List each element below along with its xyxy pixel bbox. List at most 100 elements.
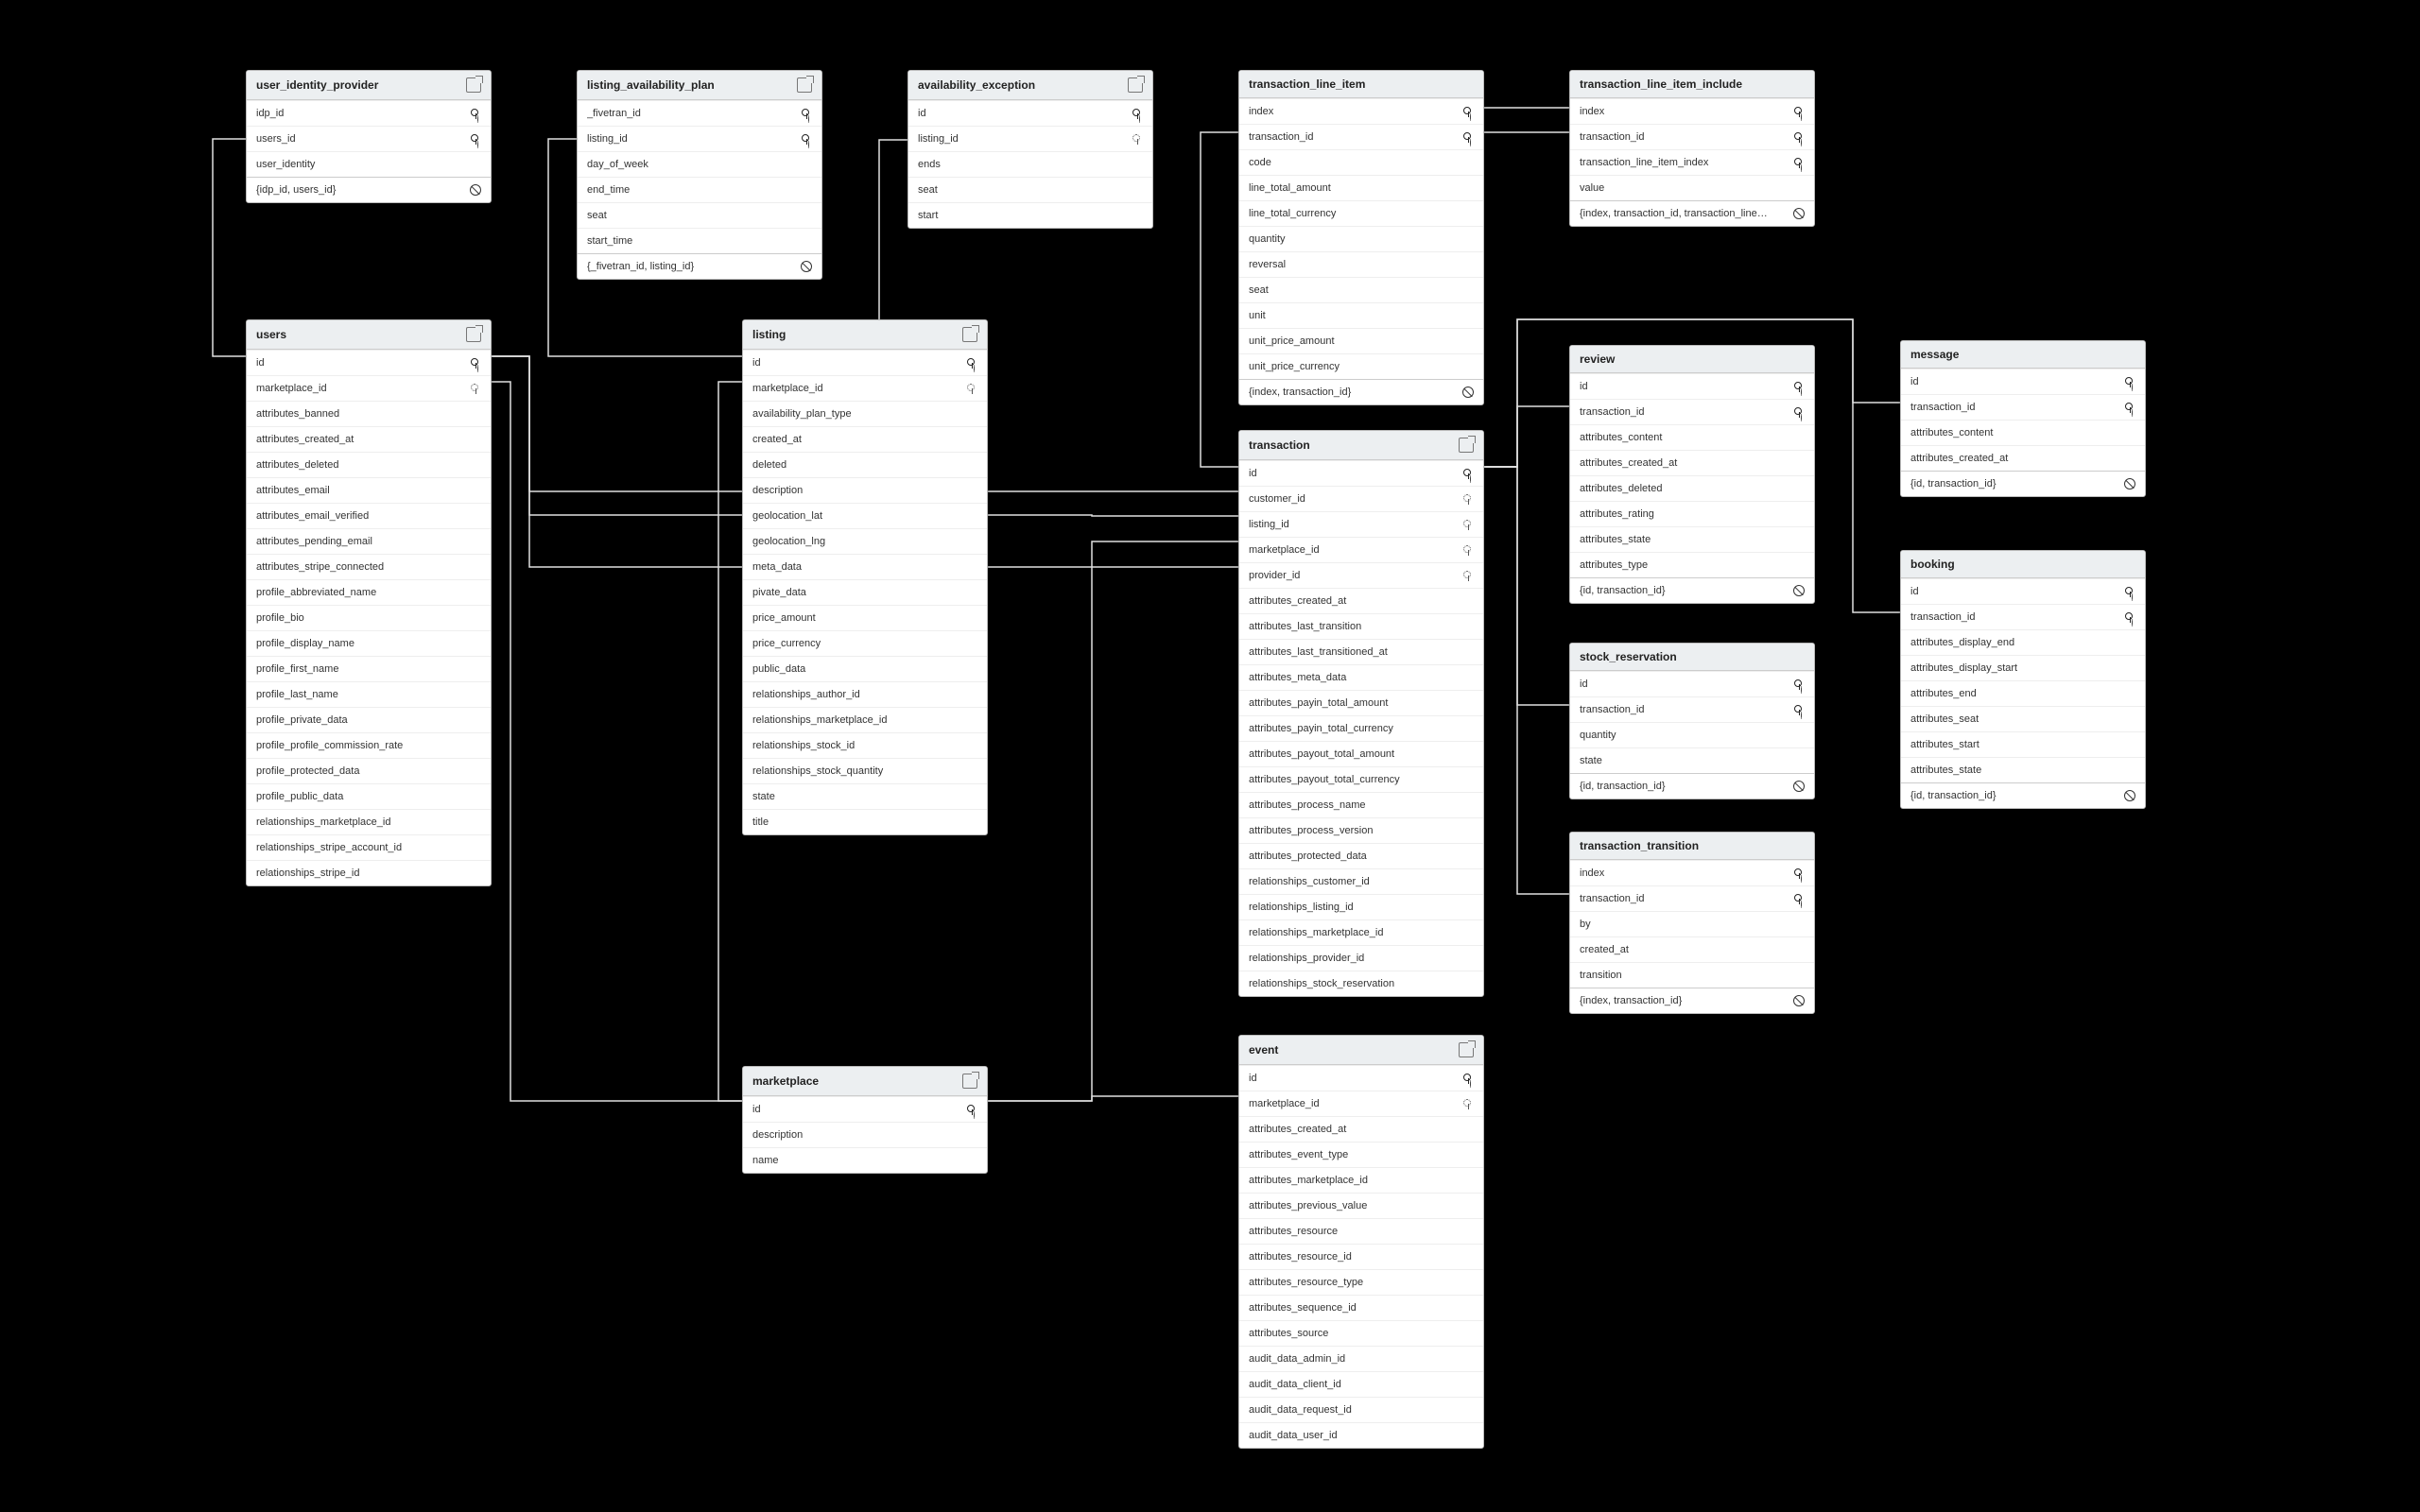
column-row[interactable]: attributes_created_at	[247, 426, 491, 452]
column-row[interactable]: profile_protected_data	[247, 758, 491, 783]
table-availability_exception[interactable]: availability_exceptionidlisting_idendsse…	[908, 70, 1153, 229]
column-row[interactable]: seat	[908, 177, 1152, 202]
column-row[interactable]: state	[743, 783, 987, 809]
column-row[interactable]: attributes_created_at	[1239, 588, 1483, 613]
column-row[interactable]: {id, transaction_id}	[1901, 782, 2145, 808]
column-row[interactable]: attributes_type	[1570, 552, 1814, 577]
column-row[interactable]: attributes_created_at	[1570, 450, 1814, 475]
column-row[interactable]: id	[1239, 460, 1483, 486]
column-row[interactable]: id	[1901, 578, 2145, 604]
table-booking[interactable]: bookingidtransaction_idattributes_displa…	[1900, 550, 2146, 809]
column-row[interactable]: {id, transaction_id}	[1901, 471, 2145, 496]
external-link-icon[interactable]	[1128, 77, 1143, 93]
column-row[interactable]: attributes_meta_data	[1239, 664, 1483, 690]
column-row[interactable]: users_id	[247, 126, 491, 151]
column-row[interactable]: transaction_id	[1239, 124, 1483, 149]
column-row[interactable]: transaction_id	[1570, 124, 1814, 149]
table-header[interactable]: listing	[743, 320, 987, 350]
column-row[interactable]: attributes_start	[1901, 731, 2145, 757]
column-row[interactable]: attributes_payin_total_currency	[1239, 715, 1483, 741]
column-row[interactable]: attributes_end	[1901, 680, 2145, 706]
column-row[interactable]: index	[1239, 98, 1483, 124]
column-row[interactable]: line_total_amount	[1239, 175, 1483, 200]
table-message[interactable]: messageidtransaction_idattributes_conten…	[1900, 340, 2146, 497]
column-row[interactable]: name	[743, 1147, 987, 1173]
table-header[interactable]: transaction_line_item	[1239, 71, 1483, 98]
column-row[interactable]: line_total_currency	[1239, 200, 1483, 226]
column-row[interactable]: start	[908, 202, 1152, 228]
table-user_identity_provider[interactable]: user_identity_provideridp_idusers_iduser…	[246, 70, 492, 203]
column-row[interactable]: price_amount	[743, 605, 987, 630]
column-row[interactable]: transaction_id	[1570, 696, 1814, 722]
column-row[interactable]: attributes_created_at	[1901, 445, 2145, 471]
column-row[interactable]: profile_profile_commission_rate	[247, 732, 491, 758]
column-row[interactable]: relationships_stripe_id	[247, 860, 491, 885]
column-row[interactable]: attributes_content	[1901, 420, 2145, 445]
column-row[interactable]: {index, transaction_id, transaction_line…	[1570, 200, 1814, 226]
table-listing_availability_plan[interactable]: listing_availability_plan_fivetran_idlis…	[577, 70, 822, 280]
table-transaction[interactable]: transactionidcustomer_idlisting_idmarket…	[1238, 430, 1484, 997]
column-row[interactable]: marketplace_id	[743, 375, 987, 401]
column-row[interactable]: {index, transaction_id}	[1570, 988, 1814, 1013]
column-row[interactable]: attributes_event_type	[1239, 1142, 1483, 1167]
column-row[interactable]: availability_plan_type	[743, 401, 987, 426]
column-row[interactable]: attributes_last_transition	[1239, 613, 1483, 639]
column-row[interactable]: attributes_pending_email	[247, 528, 491, 554]
column-row[interactable]: marketplace_id	[247, 375, 491, 401]
column-row[interactable]: attributes_payin_total_amount	[1239, 690, 1483, 715]
column-row[interactable]: user_identity	[247, 151, 491, 177]
table-header[interactable]: transaction	[1239, 431, 1483, 460]
column-row[interactable]: audit_data_admin_id	[1239, 1346, 1483, 1371]
column-row[interactable]: ends	[908, 151, 1152, 177]
column-row[interactable]: quantity	[1570, 722, 1814, 747]
column-row[interactable]: by	[1570, 911, 1814, 936]
table-header[interactable]: transaction_line_item_include	[1570, 71, 1814, 98]
table-header[interactable]: booking	[1901, 551, 2145, 578]
column-row[interactable]: relationships_stripe_account_id	[247, 834, 491, 860]
column-row[interactable]: reversal	[1239, 251, 1483, 277]
column-row[interactable]: relationships_stock_reservation	[1239, 971, 1483, 996]
external-link-icon[interactable]	[1459, 1042, 1474, 1057]
column-row[interactable]: attributes_process_version	[1239, 817, 1483, 843]
table-header[interactable]: marketplace	[743, 1067, 987, 1096]
column-row[interactable]: profile_last_name	[247, 681, 491, 707]
column-row[interactable]: id	[743, 350, 987, 375]
column-row[interactable]: id	[1570, 671, 1814, 696]
column-row[interactable]: profile_public_data	[247, 783, 491, 809]
column-row[interactable]: attributes_deleted	[1570, 475, 1814, 501]
column-row[interactable]: end_time	[578, 177, 821, 202]
external-link-icon[interactable]	[797, 77, 812, 93]
column-row[interactable]: seat	[578, 202, 821, 228]
column-row[interactable]: attributes_deleted	[247, 452, 491, 477]
column-row[interactable]: id	[1901, 369, 2145, 394]
table-listing[interactable]: listingidmarketplace_idavailability_plan…	[742, 319, 988, 835]
column-row[interactable]: transaction_id	[1901, 604, 2145, 629]
column-row[interactable]: seat	[1239, 277, 1483, 302]
column-row[interactable]: customer_id	[1239, 486, 1483, 511]
column-row[interactable]: relationships_stock_id	[743, 732, 987, 758]
column-row[interactable]: audit_data_client_id	[1239, 1371, 1483, 1397]
column-row[interactable]: description	[743, 477, 987, 503]
table-header[interactable]: availability_exception	[908, 71, 1152, 100]
column-row[interactable]: relationships_provider_id	[1239, 945, 1483, 971]
column-row[interactable]: listing_id	[578, 126, 821, 151]
column-row[interactable]: attributes_resource_id	[1239, 1244, 1483, 1269]
column-row[interactable]: attributes_email_verified	[247, 503, 491, 528]
column-row[interactable]: unit_price_currency	[1239, 353, 1483, 379]
column-row[interactable]: idp_id	[247, 100, 491, 126]
column-row[interactable]: marketplace_id	[1239, 1091, 1483, 1116]
column-row[interactable]: profile_display_name	[247, 630, 491, 656]
column-row[interactable]: attributes_payout_total_amount	[1239, 741, 1483, 766]
external-link-icon[interactable]	[466, 327, 481, 342]
table-marketplace[interactable]: marketplaceiddescriptionname	[742, 1066, 988, 1174]
column-row[interactable]: listing_id	[908, 126, 1152, 151]
table-event[interactable]: eventidmarketplace_idattributes_created_…	[1238, 1035, 1484, 1449]
external-link-icon[interactable]	[962, 327, 977, 342]
column-row[interactable]: relationships_listing_id	[1239, 894, 1483, 919]
table-header[interactable]: user_identity_provider	[247, 71, 491, 100]
column-row[interactable]: attributes_marketplace_id	[1239, 1167, 1483, 1193]
column-row[interactable]: attributes_state	[1901, 757, 2145, 782]
external-link-icon[interactable]	[466, 77, 481, 93]
column-row[interactable]: profile_bio	[247, 605, 491, 630]
column-row[interactable]: attributes_sequence_id	[1239, 1295, 1483, 1320]
